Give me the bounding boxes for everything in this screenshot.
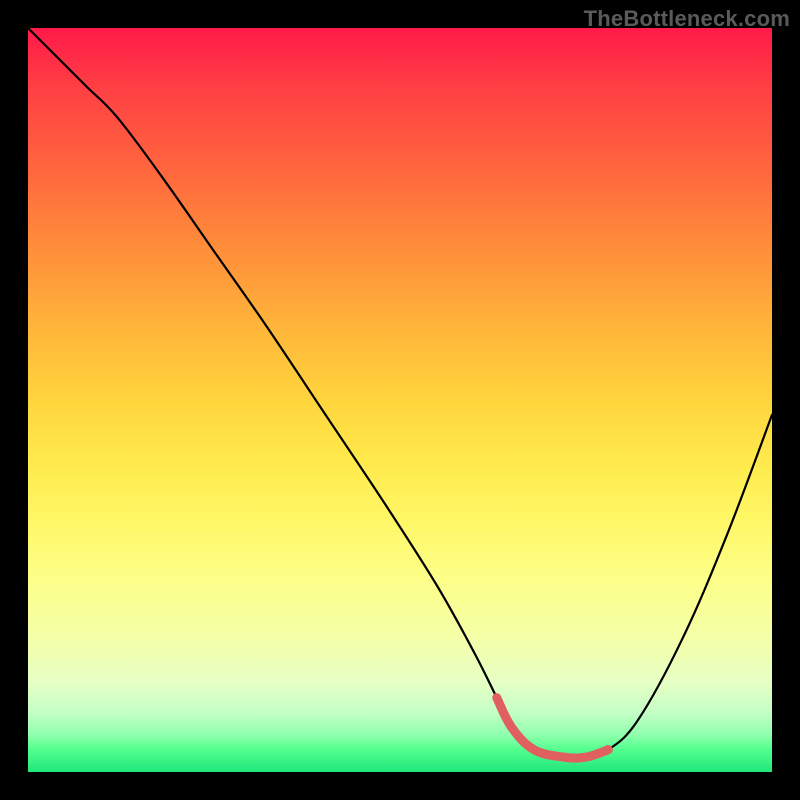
watermark-text: TheBottleneck.com	[584, 6, 790, 32]
curve-highlight	[497, 698, 609, 759]
chart-svg	[28, 28, 772, 772]
curve-main	[28, 28, 772, 758]
chart-container: TheBottleneck.com	[0, 0, 800, 800]
